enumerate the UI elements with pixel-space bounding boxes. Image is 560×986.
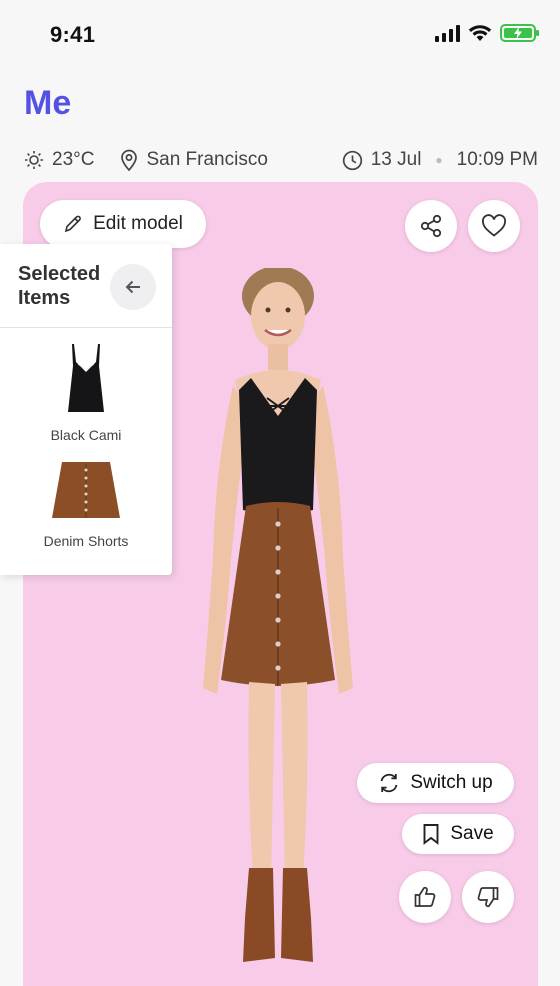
save-label: Save bbox=[450, 823, 494, 844]
status-bar: 9:41 bbox=[0, 0, 560, 70]
share-button[interactable] bbox=[405, 200, 457, 252]
battery-icon bbox=[500, 24, 539, 42]
status-icons bbox=[435, 24, 539, 42]
save-button[interactable]: Save bbox=[402, 814, 514, 854]
signal-icon bbox=[435, 24, 460, 42]
location-info: San Francisco bbox=[120, 149, 268, 171]
location-text: San Francisco bbox=[146, 149, 268, 170]
context-info-row: 23°C San Francisco 13 Jul ● 10:09 PM bbox=[24, 146, 538, 174]
thumbs-down-button[interactable] bbox=[462, 871, 514, 923]
edit-model-button[interactable]: Edit model bbox=[40, 200, 206, 248]
thumbs-up-button[interactable] bbox=[399, 871, 451, 923]
selected-items-panel: Selected Items Black Cami Denim Shorts bbox=[0, 244, 172, 575]
pencil-icon bbox=[65, 215, 81, 233]
thumbs-up-icon bbox=[414, 886, 436, 907]
arrow-left-icon bbox=[125, 280, 140, 294]
item-label: Black Cami bbox=[50, 427, 122, 443]
datetime-info: 13 Jul ● 10:09 PM bbox=[342, 149, 538, 171]
panel-divider bbox=[0, 327, 172, 328]
location-pin-icon bbox=[121, 149, 138, 171]
panel-title: Selected Items bbox=[18, 263, 101, 309]
bookmark-icon bbox=[423, 824, 439, 845]
item-label: Denim Shorts bbox=[43, 533, 129, 549]
clock-icon bbox=[342, 150, 362, 170]
share-icon bbox=[420, 214, 442, 238]
switch-up-label: Switch up bbox=[410, 772, 493, 793]
refresh-icon bbox=[380, 773, 398, 793]
black-cami-image bbox=[68, 344, 104, 412]
sun-icon bbox=[25, 151, 43, 169]
separator-dot: ● bbox=[435, 153, 443, 167]
status-time: 9:41 bbox=[50, 22, 96, 47]
time-text: 10:09 PM bbox=[456, 149, 538, 170]
date-text: 13 Jul bbox=[370, 149, 422, 170]
temperature-text: 23°C bbox=[52, 149, 95, 170]
selected-item[interactable]: Black Cami bbox=[0, 342, 172, 443]
edit-model-label: Edit model bbox=[93, 213, 183, 234]
wifi-icon bbox=[468, 25, 492, 41]
heart-icon bbox=[482, 214, 506, 237]
weather-info: 23°C bbox=[24, 149, 94, 171]
switch-up-button[interactable]: Switch up bbox=[357, 763, 514, 803]
favorite-button[interactable] bbox=[468, 200, 520, 252]
selected-item[interactable]: Denim Shorts bbox=[0, 460, 172, 549]
thumbs-down-icon bbox=[477, 887, 499, 908]
page-title: Me bbox=[24, 84, 72, 122]
denim-shorts-image bbox=[52, 462, 120, 518]
collapse-panel-button[interactable] bbox=[110, 264, 156, 310]
model-figure bbox=[203, 268, 353, 962]
